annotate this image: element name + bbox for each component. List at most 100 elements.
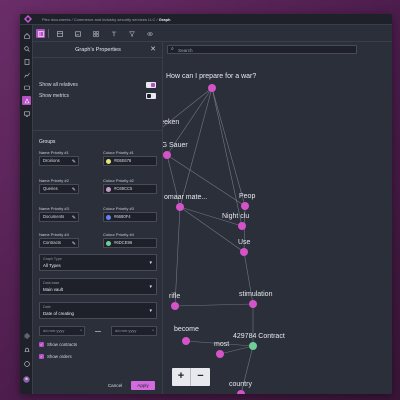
zoom-out-button[interactable]: − bbox=[191, 368, 210, 386]
show-metrics-toggle[interactable] bbox=[146, 93, 156, 99]
date-select[interactable]: Date Date of creating ▾ bbox=[39, 302, 157, 319]
chat-icon[interactable] bbox=[22, 83, 31, 92]
pencil-icon[interactable]: ✎ bbox=[72, 158, 76, 166]
graph-node-most[interactable] bbox=[216, 350, 224, 358]
date-from-input[interactable]: dd.mm.yyyy ▫ bbox=[39, 326, 85, 336]
graph-edge bbox=[211, 87, 243, 227]
date-to-input[interactable]: dd.mm.yyyy ▫ bbox=[111, 326, 157, 336]
zoom-in-button[interactable]: + bbox=[172, 368, 191, 386]
show-metrics-row: Show metrics bbox=[39, 93, 69, 99]
graph-node-label: Peop bbox=[239, 193, 255, 200]
avatar[interactable] bbox=[22, 375, 31, 384]
app-logo-icon[interactable] bbox=[24, 15, 32, 23]
checkmark-icon[interactable]: ✓ bbox=[39, 354, 44, 359]
groups-title: Groups bbox=[39, 139, 56, 145]
link-tool-icon[interactable] bbox=[145, 29, 154, 38]
group-3-name-label: Name Priority #3 bbox=[39, 206, 69, 211]
group-4-colour-label: Colour Priority #4 bbox=[103, 232, 134, 237]
calendar-icon[interactable]: ▫ bbox=[80, 327, 82, 335]
group-4-name-value: Contracts bbox=[43, 240, 61, 245]
breadcrumb-path[interactable]: Plex documents / Commerce and industry s… bbox=[42, 17, 159, 22]
group-2-name-value: Queries bbox=[43, 186, 58, 191]
group-4-name-label: Name Priority #4 bbox=[39, 232, 69, 237]
graph-node-night[interactable] bbox=[238, 222, 246, 230]
group-4-name-input[interactable]: Contracts ✎ bbox=[39, 238, 79, 248]
home-icon[interactable] bbox=[22, 31, 31, 40]
zoom-controls: + − bbox=[172, 368, 210, 386]
group-1-name-value: Droirions bbox=[43, 158, 60, 163]
pencil-icon[interactable]: ✎ bbox=[72, 240, 76, 248]
graph-svg[interactable]: How can I prepare for a war? This weeken P… bbox=[163, 42, 392, 394]
graph-node-c429[interactable] bbox=[249, 342, 257, 350]
graph-edge bbox=[174, 206, 181, 307]
graph-type-value: All Types bbox=[43, 263, 61, 268]
group-3-name-input[interactable]: Documents ✎ bbox=[39, 212, 79, 222]
graph-node-rifle[interactable] bbox=[171, 302, 179, 310]
search-input[interactable] bbox=[178, 47, 348, 53]
graph-icon[interactable] bbox=[22, 96, 31, 105]
color-swatch-icon bbox=[106, 215, 111, 220]
panel-divider bbox=[33, 130, 163, 131]
graph-type-select[interactable]: Graph Type All Types ▾ bbox=[39, 254, 157, 271]
graph-node-use[interactable] bbox=[240, 248, 248, 256]
panel-title: Graph's Properties bbox=[75, 47, 121, 53]
bell-icon[interactable] bbox=[22, 345, 31, 354]
group-1-name-input[interactable]: Droirions ✎ bbox=[39, 156, 79, 166]
filter-tool-icon[interactable] bbox=[127, 29, 136, 38]
graph-canvas[interactable]: How can I prepare for a war? This weeken P… bbox=[163, 42, 392, 394]
data-base-select[interactable]: Data base Main vault ▾ bbox=[39, 278, 157, 295]
search-icon[interactable] bbox=[22, 44, 31, 53]
image-tool-icon[interactable] bbox=[73, 29, 82, 38]
graph-node-label: omaar mate... bbox=[164, 194, 207, 201]
show-all-relatives-toggle[interactable] bbox=[146, 82, 156, 88]
search-icon: ⌕ bbox=[171, 46, 174, 52]
show-all-relatives-row: Show all relatives bbox=[39, 82, 78, 88]
group-2-name-input[interactable]: Queries ✎ bbox=[39, 184, 79, 194]
graph-node-peop[interactable] bbox=[241, 202, 249, 210]
chart-icon[interactable] bbox=[22, 70, 31, 79]
graph-node-label: How can I prepare for a war? bbox=[166, 73, 256, 80]
graph-node-war[interactable] bbox=[208, 84, 216, 92]
group-3-colour-input[interactable]: #6680F4 bbox=[103, 212, 157, 222]
settings-icon[interactable] bbox=[22, 331, 31, 340]
graph-node-stim[interactable] bbox=[249, 300, 257, 308]
group-4-colour-input[interactable]: #6DCE96 bbox=[103, 238, 157, 248]
apply-button[interactable]: Apply bbox=[131, 381, 155, 390]
help-icon[interactable] bbox=[22, 359, 31, 368]
cancel-button[interactable]: Cancel bbox=[103, 381, 127, 390]
breadcrumb: Plex documents / Commerce and industry s… bbox=[42, 17, 171, 22]
pencil-icon[interactable]: ✎ bbox=[72, 214, 76, 222]
group-2-colour-input[interactable]: #C69CC5 bbox=[103, 184, 157, 194]
search-bar[interactable]: ⌕ bbox=[167, 45, 357, 54]
left-rail bbox=[20, 25, 33, 394]
calendar-icon[interactable]: ▫ bbox=[152, 327, 154, 335]
checkmark-icon[interactable]: ✓ bbox=[39, 342, 44, 347]
chevron-down-icon: ▾ bbox=[149, 284, 152, 290]
close-icon[interactable]: ✕ bbox=[150, 45, 156, 53]
data-base-value: Main vault bbox=[43, 287, 64, 292]
group-1-colour-input[interactable]: #E6E676 bbox=[103, 156, 157, 166]
monitor-icon[interactable] bbox=[22, 109, 31, 118]
document-icon[interactable] bbox=[22, 57, 31, 66]
group-1-colour-value: #E6E676 bbox=[114, 158, 132, 163]
graph-layer: How can I prepare for a war? This weeken P… bbox=[163, 73, 285, 394]
graph-properties-panel: Graph's Properties ✕ Show all relatives … bbox=[33, 42, 163, 394]
graph-edge bbox=[211, 87, 246, 207]
data-base-label: Data base bbox=[43, 281, 60, 285]
color-swatch-icon bbox=[106, 241, 111, 246]
show-orders-label: Show orders bbox=[47, 354, 72, 359]
date-to-placeholder: dd.mm.yyyy bbox=[115, 328, 137, 333]
group-3-colour-label: Colour Priority #3 bbox=[103, 206, 134, 211]
graph-node-label: rifle bbox=[169, 293, 180, 300]
graph-node-sig[interactable] bbox=[163, 151, 171, 159]
pencil-icon[interactable]: ✎ bbox=[72, 186, 76, 194]
group-1-colour-label: Colour Priority #1 bbox=[103, 150, 134, 155]
layout-tool-icon[interactable] bbox=[55, 29, 64, 38]
grid-tool-icon[interactable] bbox=[91, 29, 100, 38]
properties-tool-icon[interactable] bbox=[36, 29, 45, 38]
graph-node-become[interactable] bbox=[182, 337, 190, 345]
graph-node-omaar[interactable] bbox=[176, 203, 184, 211]
graph-node-country[interactable] bbox=[237, 390, 245, 394]
text-tool-icon[interactable] bbox=[109, 29, 118, 38]
panel-header: Graph's Properties ✕ bbox=[33, 42, 162, 58]
